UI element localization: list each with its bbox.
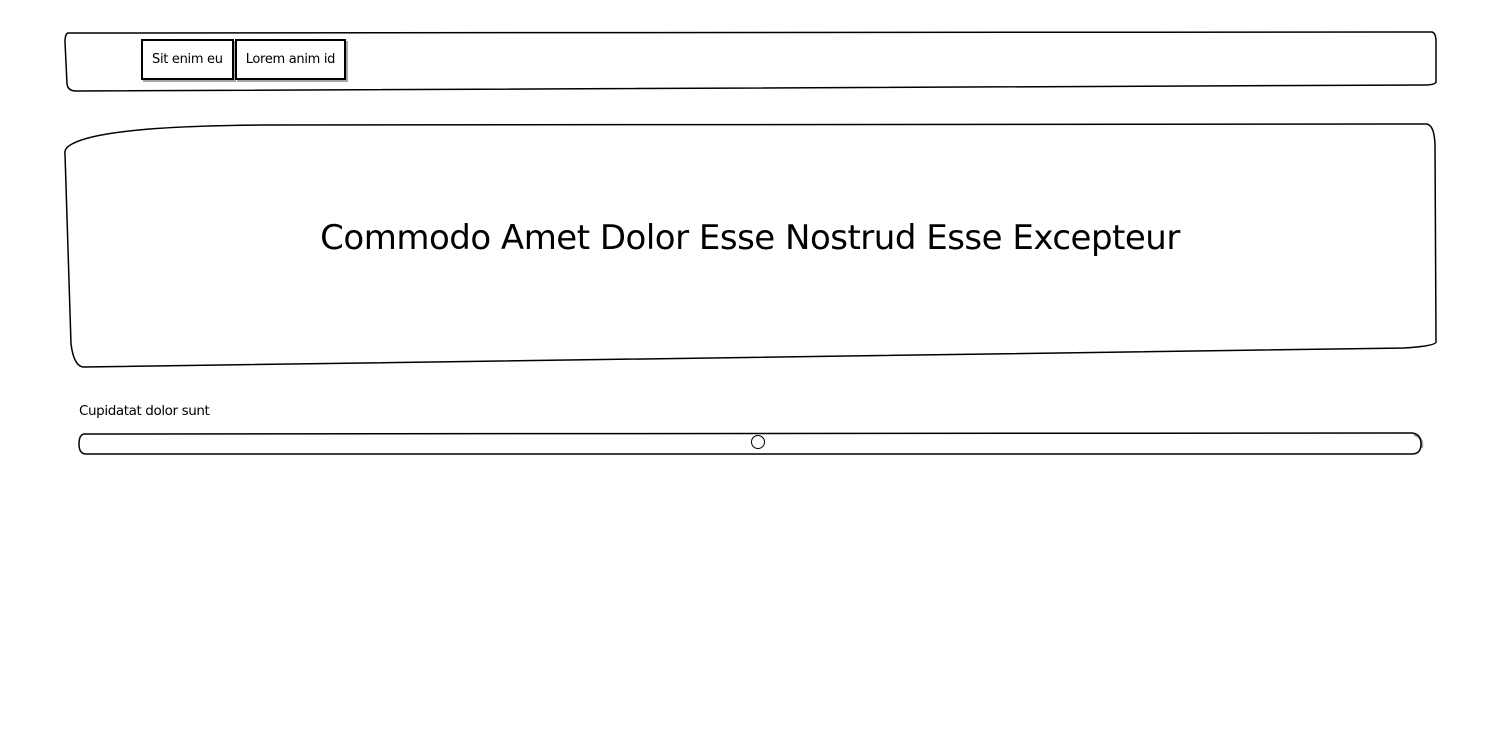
hero-title: Commodo Amet Dolor Esse Nostrud Esse Exc… <box>320 218 1180 258</box>
slider-thumb[interactable] <box>751 435 765 449</box>
slider-track <box>78 431 1424 456</box>
nav-button-label: Sit enim eu <box>152 52 223 67</box>
nav-button-label: Lorem anim id <box>245 52 336 67</box>
slider-label: Cupidatat dolor sunt <box>79 403 210 419</box>
nav-button-lorem-anim-id[interactable]: Lorem anim id <box>234 39 347 80</box>
nav-button-group: Sit enim eu Lorem anim id <box>141 39 347 80</box>
top-navbar: Sit enim eu Lorem anim id <box>64 30 1437 92</box>
range-slider[interactable] <box>78 431 1424 456</box>
hero-panel: Commodo Amet Dolor Esse Nostrud Esse Exc… <box>64 123 1437 369</box>
nav-button-sit-enim-eu[interactable]: Sit enim eu <box>141 39 234 80</box>
